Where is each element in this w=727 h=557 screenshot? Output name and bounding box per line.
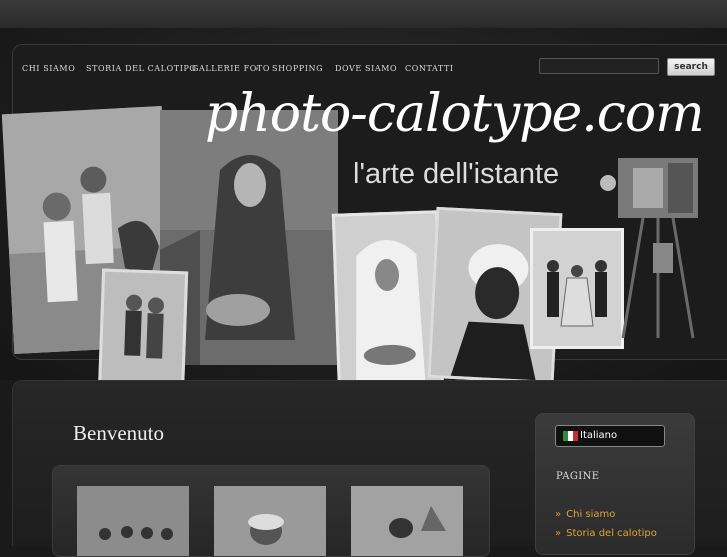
gallery-thumbnail-art <box>214 486 326 556</box>
gallery-thumbnail-art <box>351 486 463 556</box>
photo-veiled-woman-art <box>334 213 442 395</box>
vintage-camera-illustration <box>598 148 723 348</box>
page-title: Benvenuto <box>73 421 164 445</box>
chevron-right-icon: » <box>555 509 562 520</box>
sidebar-link-label: Storia del calotipo <box>566 528 657 539</box>
gallery-thumbnail[interactable] <box>77 486 189 556</box>
language-label: Italiano <box>580 430 618 441</box>
chevron-down-icon: ▾ <box>255 65 259 73</box>
nav-item-storia-del-calotipo[interactable]: Storia del calotipo <box>86 64 197 73</box>
gallery-thumbnail[interactable] <box>351 486 463 556</box>
sidebar-link-label: Chi siamo <box>566 509 616 520</box>
camera-icon <box>600 158 698 339</box>
italy-flag-icon <box>563 431 578 441</box>
photo-woman-with-basket-art <box>160 110 338 365</box>
site-logo[interactable]: photo-calotype.com <box>205 84 705 144</box>
nav-item-contatti[interactable]: Contatti <box>405 64 454 73</box>
search-button[interactable]: search <box>667 58 715 76</box>
photo-two-girls <box>97 268 189 398</box>
chevron-right-icon: » <box>555 528 562 539</box>
language-selector[interactable]: Italiano <box>555 425 665 447</box>
gallery-thumbnail-art <box>77 486 189 556</box>
photo-woman-with-basket <box>160 110 338 365</box>
nav-item-shopping[interactable]: Shopping <box>272 64 323 73</box>
browser-top-strip <box>0 0 727 29</box>
sidebar-link-chi-siamo[interactable]: » Chi siamo <box>555 509 615 520</box>
sidebar-link-storia-del-calotipo[interactable]: » Storia del calotipo <box>555 528 657 539</box>
nav-item-dove-siamo[interactable]: Dove siamo <box>335 64 397 73</box>
gallery-thumbnail[interactable] <box>214 486 326 556</box>
site-tagline: l'arte dell'istante <box>353 158 560 190</box>
photo-two-girls-art <box>100 271 186 395</box>
search-input[interactable] <box>539 58 659 74</box>
sidebar-pages-title: PAGINE <box>556 471 600 482</box>
nav-item-chi-siamo[interactable]: Chi siamo <box>22 64 75 73</box>
